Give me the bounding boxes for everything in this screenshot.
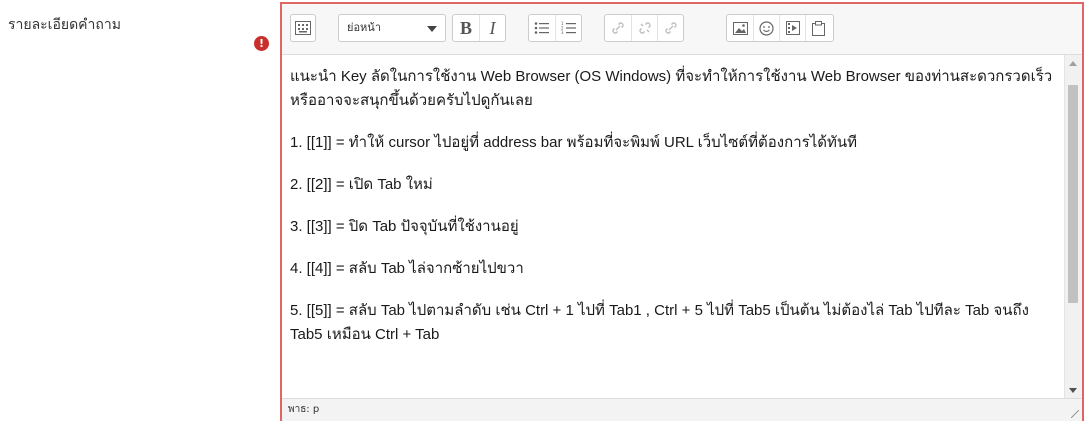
link-icon[interactable] (605, 15, 631, 41)
toolbar-group-toggle (290, 14, 316, 42)
editor-scrollbar[interactable] (1064, 55, 1082, 399)
element-path[interactable]: พาธ: p (288, 404, 319, 415)
smiley-icon[interactable] (753, 15, 779, 41)
format-select-value: ย่อหน้า (347, 21, 381, 34)
required-icon: ! (254, 36, 269, 51)
editor-paragraph: 2. [[2]] = เปิด Tab ใหม่ (290, 176, 433, 193)
svg-text:3: 3 (561, 30, 564, 35)
scroll-down-arrow-icon[interactable] (1069, 388, 1077, 393)
toolbar-group-insert (726, 14, 834, 42)
editor-paragraph: 4. [[4]] = สลับ Tab ไล่จากซ้ายไปขวา (290, 260, 524, 277)
editor-statusbar: พาธ: p (282, 398, 1082, 421)
editor-paragraph: 3. [[3]] = ปิด Tab ปัจจุบันที่ใช้งานอยู่ (290, 218, 519, 235)
italic-button[interactable]: I (479, 15, 505, 41)
toolbar-group-text-style: B I (452, 14, 506, 42)
image-icon[interactable] (727, 15, 753, 41)
paste-clipboard-icon[interactable] (805, 15, 831, 41)
editor-paragraph: 5. [[5]] = สลับ Tab ไปตามลำดับ เช่น Ctrl… (290, 302, 1029, 343)
ordered-list-icon[interactable]: 1 2 3 (555, 15, 581, 41)
unordered-list-icon[interactable] (529, 15, 555, 41)
scroll-up-arrow-icon[interactable] (1069, 61, 1077, 66)
bold-button[interactable]: B (453, 15, 479, 41)
editor-content[interactable]: แนะนำ Key ลัดในการใช้งาน Web Browser (OS… (282, 55, 1066, 399)
editor-paragraph: แนะนำ Key ลัดในการใช้งาน Web Browser (OS… (290, 68, 1053, 109)
resize-handle-icon[interactable] (1071, 410, 1079, 418)
field-label: รายละเอียดคำถาม (8, 17, 121, 33)
anchor-link-icon[interactable] (657, 15, 683, 41)
scrollbar-thumb[interactable] (1068, 85, 1078, 303)
format-select[interactable]: ย่อหน้า (338, 14, 446, 42)
toolbar-group-links (604, 14, 684, 42)
chevron-down-icon (427, 26, 437, 32)
rich-text-editor[interactable]: ย่อหน้า B I 1 2 3 แนะนำ Key ลัดในการใช้ง… (280, 2, 1084, 421)
media-icon[interactable] (779, 15, 805, 41)
keyboard-toggle-icon[interactable] (291, 15, 315, 41)
toolbar-group-lists: 1 2 3 (528, 14, 582, 42)
editor-paragraph: 1. [[1]] = ทำให้ cursor ไปอยู่ที่ addres… (290, 134, 858, 151)
unlink-icon[interactable] (631, 15, 657, 41)
editor-toolbar: ย่อหน้า B I 1 2 3 (282, 4, 1082, 55)
bold-label: B (459, 17, 472, 38)
italic-label: I (489, 17, 496, 38)
